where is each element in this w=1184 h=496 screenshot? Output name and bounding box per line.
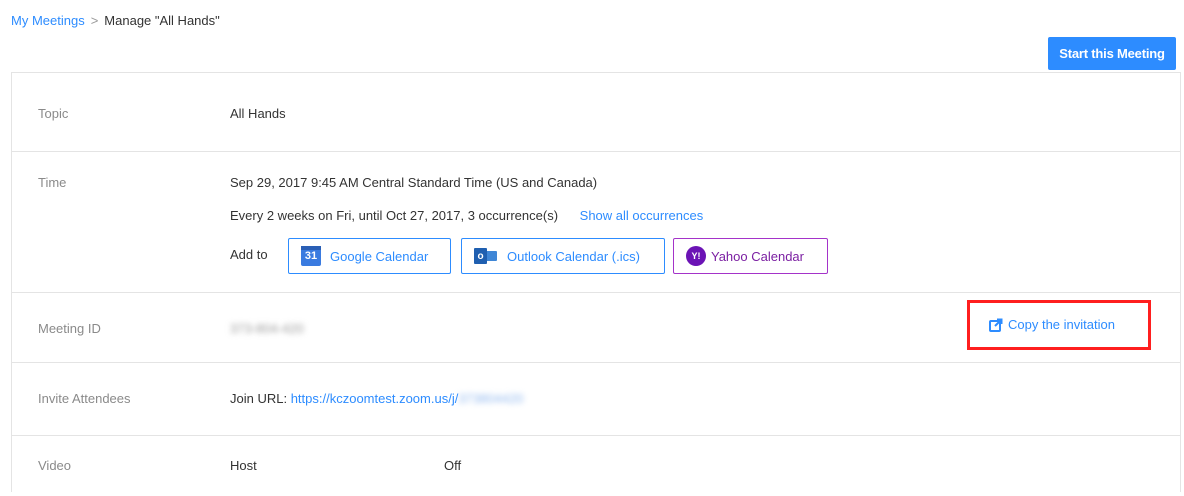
yahoo-icon: Y! — [686, 246, 706, 266]
join-url-hidden: 373804420 — [458, 391, 524, 406]
topic-label: Topic — [38, 106, 69, 121]
start-meeting-button[interactable]: Start this Meeting — [1048, 37, 1176, 70]
yahoo-calendar-button[interactable]: Y! Yahoo Calendar — [673, 238, 828, 274]
breadcrumb: My Meetings > Manage "All Hands" — [11, 13, 220, 28]
google-calendar-icon: 31 — [301, 246, 321, 266]
invite-attendees-row: Invite Attendees Join URL: https://kczoo… — [12, 363, 1180, 436]
meeting-id-value: 373-804-420 — [230, 321, 304, 336]
outlook-calendar-label: Outlook Calendar (.ics) — [507, 248, 640, 264]
breadcrumb-separator: > — [90, 13, 99, 28]
video-label: Video — [38, 458, 72, 473]
show-all-occurrences-link[interactable]: Show all occurrences — [580, 208, 704, 223]
copy-invitation-label: Copy the invitation — [1008, 317, 1115, 332]
topic-row: Topic All Hands — [12, 73, 1180, 152]
breadcrumb-my-meetings-link[interactable]: My Meetings — [11, 13, 85, 28]
recurrence-text: Every 2 weeks on Fri, until Oct 27, 2017… — [230, 208, 559, 223]
time-row: Time Sep 29, 2017 9:45 AM Central Standa… — [12, 152, 1180, 293]
time-recurrence: Every 2 weeks on Fri, until Oct 27, 2017… — [230, 208, 703, 223]
copy-invitation-link[interactable]: Copy the invitation — [989, 317, 1115, 332]
join-url-link[interactable]: https://kczoomtest.zoom.us/j/ — [291, 391, 459, 406]
outlook-calendar-button[interactable]: o Outlook Calendar (.ics) — [461, 238, 665, 274]
add-to-label: Add to — [230, 247, 268, 262]
google-calendar-label: Google Calendar — [330, 248, 429, 264]
copy-invitation-icon — [989, 318, 1003, 332]
topic-value: All Hands — [230, 106, 286, 121]
outlook-icon: o — [474, 246, 498, 266]
join-url-line: Join URL: https://kczoomtest.zoom.us/j/3… — [230, 391, 523, 406]
video-row: Video Host Off — [12, 436, 1180, 496]
time-label: Time — [38, 175, 67, 190]
meeting-id-label: Meeting ID — [38, 321, 101, 336]
time-datetime: Sep 29, 2017 9:45 AM Central Standard Ti… — [230, 175, 598, 190]
google-calendar-button[interactable]: 31 Google Calendar — [288, 238, 451, 274]
invite-attendees-label: Invite Attendees — [38, 391, 131, 406]
yahoo-calendar-label: Yahoo Calendar — [711, 248, 804, 264]
video-host-label: Host — [230, 458, 257, 473]
outlook-letter: o — [474, 248, 487, 264]
breadcrumb-current: Manage "All Hands" — [104, 13, 220, 28]
video-host-value: Off — [444, 458, 462, 473]
meeting-details-panel: Topic All Hands Time Sep 29, 2017 9:45 A… — [11, 72, 1181, 492]
join-url-prefix: Join URL: — [230, 391, 288, 406]
